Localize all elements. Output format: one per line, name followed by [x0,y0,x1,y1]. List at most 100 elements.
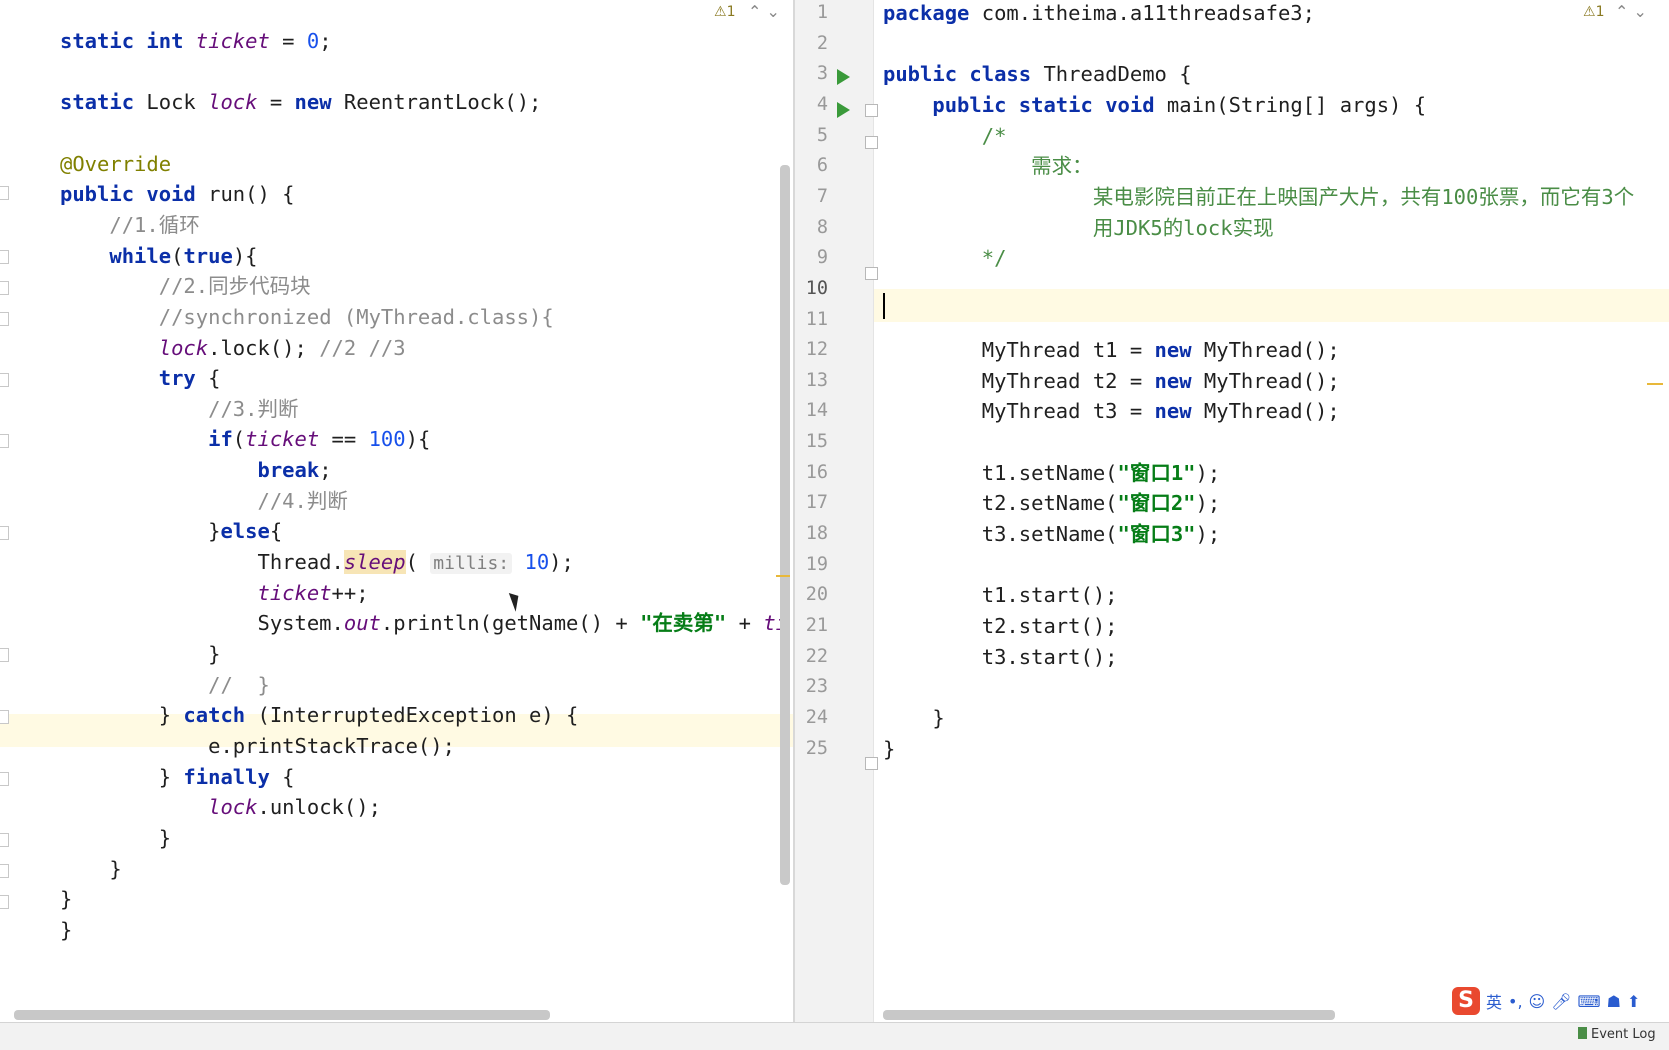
line-number: 1 [816,2,828,23]
fold-marker-icon[interactable] [0,526,9,540]
left-nav-arrows[interactable]: ⌃ ⌄ [748,2,780,21]
code-line[interactable]: 用JDK5的lock实现 [883,212,1274,245]
code-line[interactable]: System.out.println(getName() + "在卖第" + t… [60,607,788,640]
code-line[interactable]: break; [60,454,331,487]
code-line[interactable]: } [60,883,72,916]
code-line[interactable]: }else{ [60,515,282,548]
fold-main-icon[interactable] [865,104,878,117]
code-line[interactable]: 某电影院目前正在上映国产大片，共有100张票，而它有3个 [883,181,1634,214]
fold-marker-icon[interactable] [0,186,9,200]
code-line[interactable]: } catch (InterruptedException e) { [60,699,579,732]
code-line[interactable]: public void run() { [60,178,295,211]
right-warning-indicator[interactable]: ⚠1 [1583,4,1604,20]
code-line[interactable]: static int ticket = 0; [60,25,332,58]
code-line[interactable]: MyThread t2 = new MyThread(); [883,365,1340,398]
fold-marker-icon[interactable] [0,281,9,295]
code-line[interactable]: //3.判断 [60,393,298,426]
right-nav-arrows[interactable]: ⌃ ⌄ [1615,2,1647,21]
code-token: new [294,90,332,115]
user-icon[interactable]: ☗ [1607,992,1621,1011]
emoji-icon[interactable]: ☺ [1529,992,1546,1011]
code-line[interactable]: e.printStackTrace(); [60,730,455,763]
code-line[interactable]: //4.判断 [60,485,348,518]
code-line[interactable]: public class ThreadDemo { [883,58,1192,91]
code-line[interactable]: package com.itheima.a11threadsafe3; [883,0,1315,30]
left-warning-indicator[interactable]: ⚠1 [714,4,735,20]
code-line[interactable]: lock.unlock(); [60,791,381,824]
ime-toolbar[interactable]: S 英 •, ☺ 🎤︎ ⌨ ☗ ⬆ [1452,985,1640,1017]
line-number: 17 [805,492,828,514]
code-line[interactable]: t1.setName("窗口1"); [883,457,1220,490]
code-line[interactable]: MyThread t1 = new MyThread(); [883,334,1340,367]
code-line[interactable]: MyThread t3 = new MyThread(); [883,395,1340,428]
fold-comment-icon[interactable] [865,136,878,149]
code-line[interactable]: } [60,822,171,855]
code-line[interactable]: // } [60,669,270,702]
right-editor-pane[interactable]: 1 2 3 4 5 6 7 8 9 10 11 12 13 14 15 16 17 18 19 20 21 22 23 24 2… [795,0,1669,1022]
code-line[interactable]: //2.同步代码块 [60,270,311,303]
fold-marker-icon[interactable] [0,312,9,326]
code-line[interactable]: } [60,638,220,671]
fold-marker-icon[interactable] [0,864,9,878]
code-line[interactable]: } [60,914,72,947]
code-token: ticket [257,580,332,605]
left-editor-pane[interactable]: ⚠1 ⌃ ⌄ static int ticket = 0; static Lock… [0,0,793,1022]
code-line[interactable]: while(true){ [60,240,258,273]
code-line[interactable]: t2.setName("窗口2"); [883,487,1220,520]
fold-marker-icon[interactable] [0,373,9,387]
code-line[interactable]: /* [883,120,1007,153]
fold-marker-icon[interactable] [0,250,9,264]
code-token: com.itheima.a11threadsafe3; [969,1,1315,25]
sogou-logo-icon[interactable]: S [1452,987,1480,1015]
code-line[interactable]: ticket++; [60,577,368,610]
code-line[interactable]: try { [60,362,221,395]
fold-marker-icon[interactable] [0,434,9,448]
code-line[interactable]: } finally { [60,761,295,794]
fold-main-end-icon[interactable] [865,757,878,770]
code-line[interactable]: 需求： [883,150,1093,183]
fold-comment-end-icon[interactable] [865,267,878,280]
code-token: package [883,1,970,25]
code-line[interactable]: public static void main(String[] args) { [883,89,1426,122]
run-class-icon[interactable] [837,69,850,85]
punctuation-icon[interactable]: •, [1508,992,1523,1011]
right-horizontal-scrollbar[interactable] [883,1010,1335,1020]
code-line[interactable]: static Lock lock = new ReentrantLock(); [60,86,541,119]
fold-marker-icon[interactable] [0,895,9,909]
event-log-button[interactable]: Event Log [1578,1027,1656,1042]
code-token: t1.start(); [883,583,1118,608]
left-vertical-scrollbar[interactable] [780,165,790,885]
code-line[interactable]: t2.start(); [883,610,1118,643]
fold-marker-icon[interactable] [0,833,9,847]
code-line[interactable]: lock.lock(); //2 //3 [60,332,406,365]
ime-language-toggle[interactable]: 英 [1486,989,1502,1013]
code-line[interactable]: } [883,702,944,735]
keyboard-icon[interactable]: ⌨ [1578,992,1601,1011]
run-main-icon[interactable] [837,102,850,118]
code-line[interactable]: t3.start(); [883,641,1118,674]
code-line[interactable]: if(ticket == 100){ [60,423,430,456]
line-number: 24 [805,706,828,728]
skin-icon[interactable]: ⬆ [1627,992,1640,1011]
fold-marker-icon[interactable] [0,648,9,662]
code-line[interactable]: */ [883,242,1007,275]
code-line[interactable]: //synchronized (MyThread.class){ [60,301,554,334]
code-token: //4.判断 [257,488,348,513]
code-line[interactable]: Thread.sleep( millis: 10); [60,546,574,579]
code-line[interactable]: t3.setName("窗口3"); [883,518,1220,551]
code-line[interactable]: } [60,853,121,886]
microphone-icon[interactable]: 🎤︎ [1551,992,1571,1011]
fold-marker-icon[interactable] [0,710,9,724]
code-line[interactable]: } [883,733,895,766]
code-line[interactable]: //1.循环 [60,209,199,242]
line-number: 16 [805,461,828,483]
fold-marker-icon[interactable] [0,772,9,786]
code-line[interactable]: @Override [60,148,171,181]
code-line[interactable]: t1.start(); [883,579,1118,612]
code-token: */ [981,246,1007,271]
left-horizontal-scrollbar[interactable] [14,1010,550,1020]
code-token: ){ [232,243,258,268]
